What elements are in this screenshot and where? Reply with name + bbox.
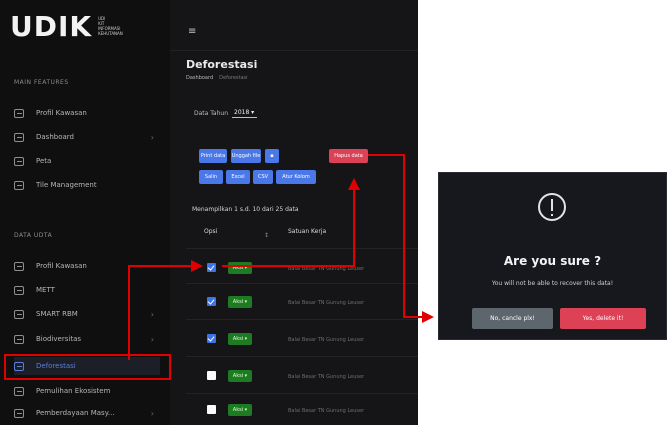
confirm-delete-button[interactable]: Yes, delete it!: [560, 308, 646, 329]
cancel-button[interactable]: No, cancle plx!: [472, 308, 553, 329]
dialog-title: Are you sure ?: [503, 254, 602, 268]
confirm-delete-dialog: Are you sure ? You will not be able to r…: [438, 172, 667, 340]
dialog-text: You will not be able to recover this dat…: [491, 280, 614, 287]
warning-icon: [538, 193, 566, 221]
